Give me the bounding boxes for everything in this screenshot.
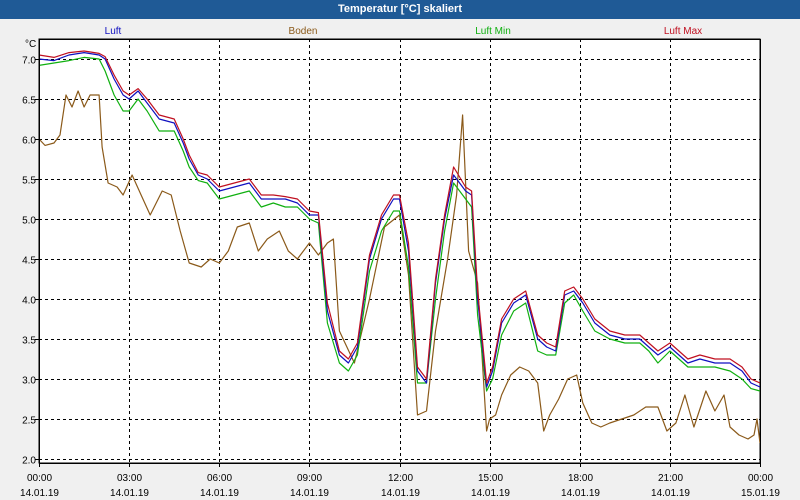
x-tick-label-date: 14.01.19 <box>471 488 510 499</box>
y-tick-label: 6.0 <box>22 136 36 147</box>
x-tick-label-date: 14.01.19 <box>290 488 329 499</box>
legend-item-luft: Luft <box>105 26 122 37</box>
x-tick-label-time: 06:00 <box>207 473 232 484</box>
x-tick-label-time: 15:00 <box>478 473 503 484</box>
x-tick-label-time: 09:00 <box>297 473 322 484</box>
y-tick-label: 2.0 <box>22 456 36 467</box>
x-tick-label-time: 21:00 <box>658 473 683 484</box>
x-tick-label-date: 14.01.19 <box>200 488 239 499</box>
plot-area <box>38 38 761 464</box>
y-tick-label: 4.0 <box>22 296 36 307</box>
y-tick-label: 5.5 <box>22 176 36 187</box>
y-axis-unit-label: °C <box>25 39 36 50</box>
legend-item-luft-min: Luft Min <box>475 26 511 37</box>
x-tick-label-date: 15.01.19 <box>741 488 780 499</box>
x-tick-label-time: 03:00 <box>117 473 142 484</box>
x-tick-label-time: 12:00 <box>388 473 413 484</box>
legend-item-luft-max: Luft Max <box>664 26 702 37</box>
temperature-chart: Luft Boden Luft Min Luft Max 2.0 2.5 3.0 3.5 4.… <box>20 26 780 499</box>
y-tick-label: 4.5 <box>22 256 36 267</box>
y-tick-label: 6.5 <box>22 96 36 107</box>
y-tick-label: 3.0 <box>22 376 36 387</box>
y-tick-label: 7.0 <box>22 56 36 67</box>
y-tick-label: 3.5 <box>22 336 36 347</box>
x-tick-label-date: 14.01.19 <box>561 488 600 499</box>
legend-item-boden: Boden <box>289 26 318 37</box>
x-tick-label-date: 14.01.19 <box>381 488 420 499</box>
x-tick-label-date: 14.01.19 <box>20 488 59 499</box>
x-tick-label-date: 14.01.19 <box>110 488 149 499</box>
x-tick-label-time: 00:00 <box>27 473 52 484</box>
y-tick-label: 5.0 <box>22 216 36 227</box>
y-tick-label: 2.5 <box>22 416 36 427</box>
legend: Luft Boden Luft Min Luft Max <box>105 26 703 37</box>
x-tick-label-time: 00:00 <box>748 473 773 484</box>
x-tick-label-time: 18:00 <box>568 473 593 484</box>
x-tick-label-date: 14.01.19 <box>651 488 690 499</box>
chart-title: Temperatur [°C] skaliert <box>0 0 800 19</box>
